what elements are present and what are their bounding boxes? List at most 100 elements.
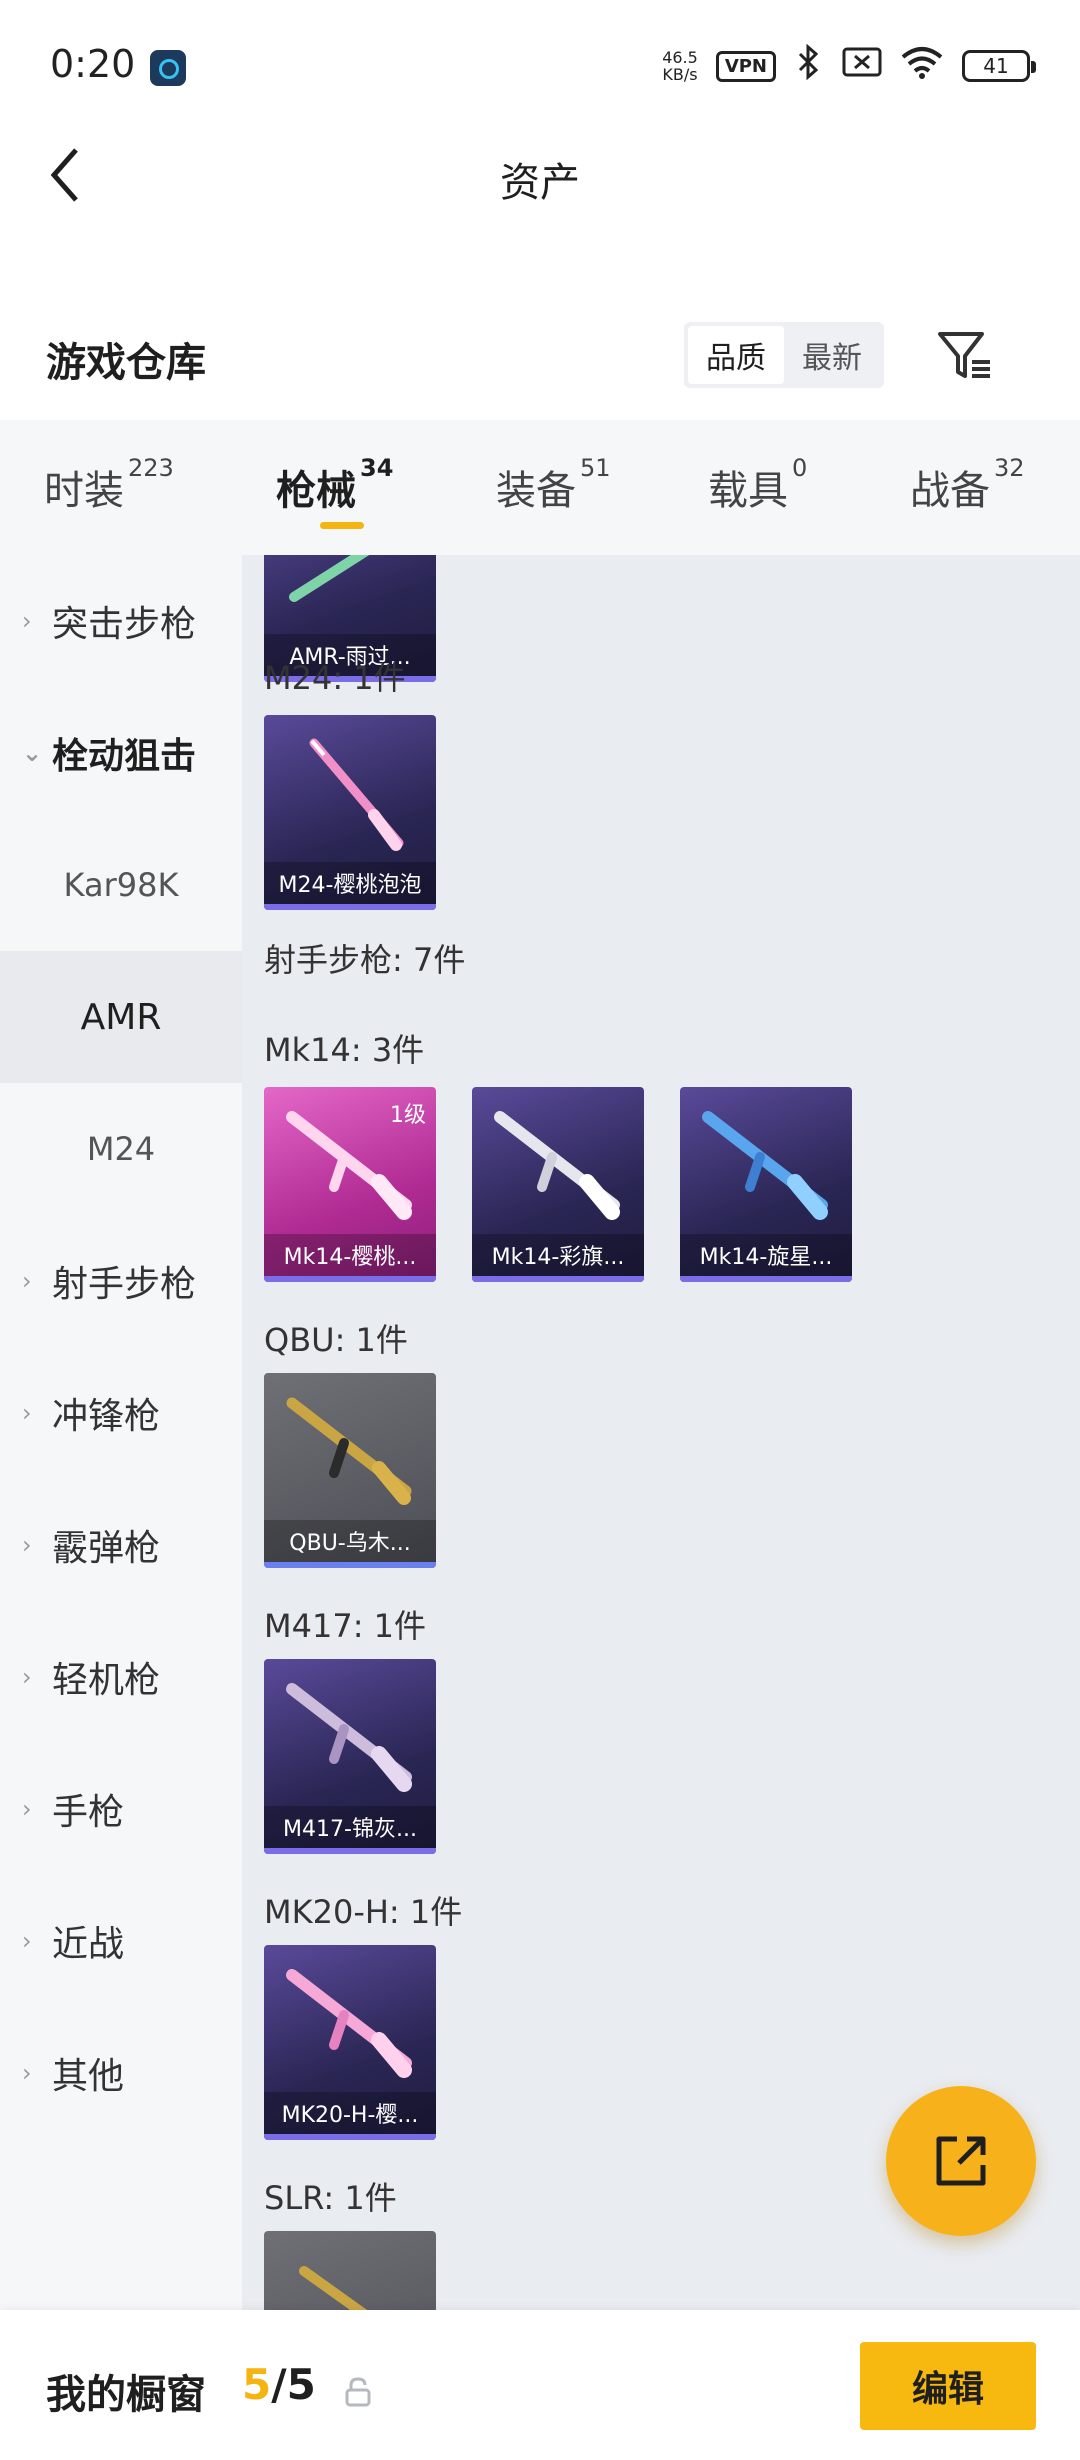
item-card[interactable]: QBU-乌木... [264,1373,436,1568]
share-button[interactable] [886,2086,1036,2236]
battery-icon: 41 [962,50,1036,82]
rifle-icon [494,1111,620,1220]
status-bar: 0:20 46.5 KB/s VPN 41 [0,0,1080,130]
item-card[interactable]: MK20-H-樱... [264,1945,436,2140]
tab-label: 战备 [910,468,990,514]
sidebar-item-label: 近战 [52,1924,125,1965]
network-speed-value: 46.5 [662,48,698,67]
chevron-right-icon: › [22,1927,32,1955]
group-label: M417: 1件 [264,1607,427,1645]
group-label: MK20-H: 1件 [264,1893,463,1931]
rarity-bar [264,2134,436,2140]
sidebar-item-label: 冲锋枪 [52,1396,161,1437]
tab-fashion[interactable]: 时装 223 [44,454,174,516]
sidebar-item-label: 射手步枪 [52,1264,197,1305]
chevron-right-icon: › [22,2059,32,2087]
rarity-bar [264,1562,436,1568]
item-card[interactable]: M417-锦灰... [264,1659,436,1854]
sidebar-subitem-m24[interactable]: M24 [0,1083,242,1215]
rifle-icon [286,1683,412,1792]
rarity-bar [680,1276,852,1282]
sort-toggle: 品质 最新 [684,322,884,388]
item-name: M417-锦灰... [264,1806,436,1848]
page-title: 资产 [500,160,580,206]
category-sidebar: › 突击步枪 ⌄ 栓动狙击 Kar98K AMR M24 › 射手步枪 › 冲锋枪 › 霰… [0,555,242,2310]
tab-label: 载具 [708,468,788,514]
group-label: SLR: 1件 [264,2179,397,2217]
sidebar-item-assault-rifle[interactable]: › 突击步枪 [0,555,242,687]
sidebar-item-smg[interactable]: › 冲锋枪 [0,1347,242,1479]
tab-label: 装备 [496,468,576,514]
chevron-right-icon: › [22,1267,32,1295]
showcase-count: 5/5 [242,2360,316,2409]
group-label: Mk14: 3件 [264,1031,425,1069]
rifle-icon [289,555,370,602]
rarity-bar [264,1848,436,1854]
tab-count: 51 [580,454,611,482]
item-card[interactable]: Mk14-彩旗... [472,1087,644,1282]
sort-option-newest[interactable]: 最新 [784,326,880,384]
network-speed-unit: KB/s [662,65,698,84]
status-time: 0:20 [50,42,136,86]
tab-count: 34 [360,454,394,482]
group-label: QBU: 1件 [264,1321,408,1359]
network-speed: 46.5 KB/s [662,49,698,83]
sidebar-item-marksman-rifle[interactable]: › 射手步枪 [0,1215,242,1347]
rarity-bar [264,904,436,910]
bluetooth-icon [794,43,824,88]
no-sim-icon [842,46,882,86]
sidebar-item-label: 轻机枪 [52,1660,161,1701]
item-name: M24-樱桃泡泡 [264,862,436,904]
tab-firearms[interactable]: 枪械 34 [276,454,393,516]
showcase-max: 5 [286,2360,316,2409]
rifle-icon [286,1397,412,1505]
showcase-separator: / [271,2360,287,2409]
sidebar-item-bolt-sniper[interactable]: ⌄ 栓动狙击 [0,687,242,819]
lock-icon [345,2377,371,2407]
tab-label: 枪械 [276,468,356,514]
chevron-down-icon: ⌄ [22,739,43,767]
tab-count: 0 [792,454,808,482]
filter-icon [938,332,990,378]
filter-button[interactable] [934,326,994,386]
item-name: QBU-乌木... [264,1520,436,1562]
item-card[interactable]: 1级 Mk14-樱桃... [264,1087,436,1282]
sidebar-subitem-kar98k[interactable]: Kar98K [0,819,242,951]
sidebar-item-other[interactable]: › 其他 [0,2007,242,2139]
tab-equipment[interactable]: 装备 51 [496,454,611,516]
status-icons: 46.5 KB/s VPN 41 [662,43,1036,88]
sidebar-item-label: 其他 [52,2056,125,2097]
group-label: M24: 1件 [264,659,406,697]
rifle-icon [299,2266,368,2310]
rarity-bar [264,1276,436,1282]
item-name: Mk14-彩旗... [472,1234,644,1276]
tab-count: 223 [128,454,174,482]
item-card[interactable]: M24-樱桃泡泡 [264,715,436,910]
edit-button[interactable]: 编辑 [860,2342,1036,2430]
sort-option-quality[interactable]: 品质 [688,326,784,384]
item-card[interactable] [264,2231,436,2310]
item-grid: AMR-雨过... M24: 1件 M24-樱桃泡泡 射手步枪: 7件 Mk14… [242,555,1080,2310]
chevron-right-icon: › [22,1531,32,1559]
item-card[interactable]: Mk14-旋星... [680,1087,852,1282]
sidebar-item-melee[interactable]: › 近战 [0,1875,242,2007]
showcase-current: 5 [242,2360,272,2409]
tab-gear[interactable]: 战备 32 [910,454,1025,516]
group-label: 射手步枪: 7件 [264,941,466,979]
sniper-rifle-icon [309,738,404,851]
tab-vehicles[interactable]: 载具 0 [708,454,807,516]
sidebar-item-label: 霰弹枪 [52,1528,161,1569]
showcase-label: 我的橱窗 [46,2372,206,2418]
app-notification-icon [150,50,186,86]
sidebar-item-lmg[interactable]: › 轻机枪 [0,1611,242,1743]
rifle-icon [702,1111,828,1220]
sidebar-item-shotgun[interactable]: › 霰弹枪 [0,1479,242,1611]
item-name: Mk14-樱桃... [264,1234,436,1276]
category-tabs: 时装 223 枪械 34 装备 51 载具 0 战备 32 [0,420,1080,555]
tab-label: 时装 [44,468,124,514]
chevron-right-icon: › [22,1795,32,1823]
chevron-right-icon: › [22,1663,32,1691]
sidebar-subitem-amr[interactable]: AMR [0,951,242,1083]
bottom-bar: 我的橱窗 5/5 编辑 [0,2310,1080,2460]
sidebar-item-pistol[interactable]: › 手枪 [0,1743,242,1875]
